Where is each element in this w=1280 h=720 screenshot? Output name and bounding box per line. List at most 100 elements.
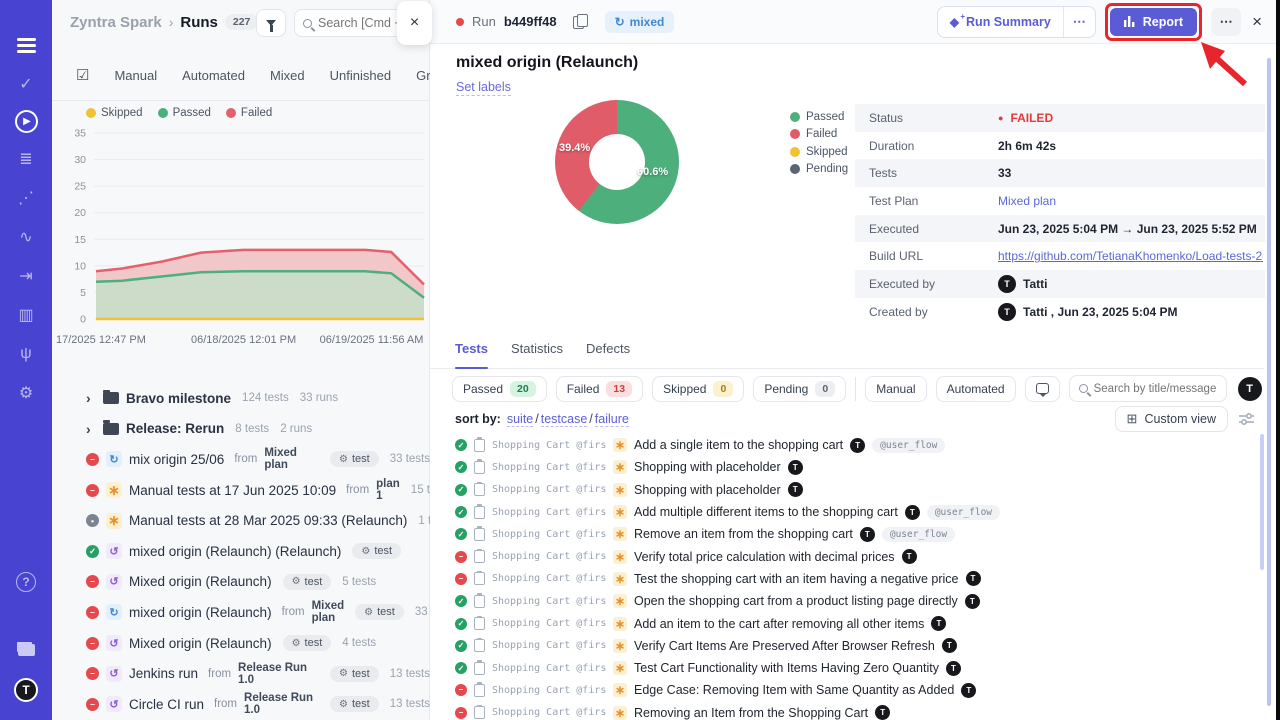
filter-chip[interactable]: Manual [865, 376, 926, 402]
run-status-icon [86, 606, 99, 619]
details-value: FAILED [998, 111, 1053, 125]
run-summary-label: Run Summary [966, 15, 1051, 29]
test-row[interactable]: Shopping Cart @firs... Remove an item fr… [430, 523, 1264, 545]
filter-chip[interactable] [1025, 376, 1060, 402]
sort-separator: / [589, 412, 592, 426]
panel-close-button[interactable]: × [397, 1, 432, 45]
chevron-right-icon[interactable] [86, 390, 96, 406]
legend-label: Failed [241, 107, 272, 119]
set-labels-link[interactable]: Set labels [456, 80, 511, 96]
test-row[interactable]: Shopping Cart @firs... Add an item to th… [430, 612, 1264, 634]
menu-icon[interactable] [13, 32, 39, 58]
run-name: Mixed origin (Relaunch) [129, 574, 272, 589]
test-suite: Shopping Cart @firs... [492, 484, 606, 495]
run-row[interactable]: Bravo milestone 124 tests 33 runs [52, 383, 430, 414]
run-plan-link[interactable]: Mixed plan [264, 447, 319, 471]
run-status-icon [86, 698, 99, 711]
user-avatar[interactable]: T [14, 678, 38, 702]
run-row[interactable]: mixed origin (Relaunch) (Relaunch) test [52, 536, 430, 567]
test-row[interactable]: Shopping Cart @firs... Add multiple diff… [430, 501, 1264, 523]
run-meta: 4 tests [342, 637, 376, 649]
filter-chip[interactable]: Skipped 0 [652, 376, 744, 402]
run-row[interactable]: Manual tests at 28 Mar 2025 09:33 (Relau… [52, 505, 430, 536]
close-run-button[interactable]: × [1252, 12, 1262, 32]
sliders-icon[interactable] [1239, 412, 1254, 425]
test-cases-icon[interactable]: ✓ [13, 71, 39, 97]
run-summary-more-button[interactable]: ⋯ [1063, 7, 1095, 37]
test-row[interactable]: Shopping Cart @firs... Shopping with pla… [430, 479, 1264, 501]
runs-tab[interactable]: Manual [114, 68, 157, 83]
test-row[interactable]: Shopping Cart @firs... Add a single item… [430, 434, 1264, 456]
filter-chip[interactable]: Passed 20 [452, 376, 547, 402]
test-row[interactable]: Shopping Cart @firs... Open the shopping… [430, 590, 1264, 612]
detail-tab[interactable]: Tests [455, 341, 488, 368]
filter-chip[interactable]: Automated [936, 376, 1016, 402]
milestones-icon[interactable]: ⋰ [13, 185, 39, 211]
tests-scrollbar[interactable] [1260, 434, 1264, 570]
run-row[interactable]: Jenkins run from Release Run 1.0 test 13… [52, 658, 430, 689]
sort-link[interactable]: suite [507, 412, 533, 427]
report-button[interactable]: Report [1110, 8, 1197, 36]
sort-link[interactable]: testcase [541, 412, 588, 427]
test-row[interactable]: Shopping Cart @firs... Verify total pric… [430, 545, 1264, 567]
run-row[interactable]: Mixed origin (Relaunch) test 4 tests [52, 628, 430, 659]
legend-item: Passed [158, 107, 211, 119]
runs-icon[interactable]: ▶ [15, 110, 38, 133]
integrations-icon[interactable]: ψ [13, 341, 39, 367]
filter-chip[interactable] [855, 377, 856, 401]
run-type-icon [103, 423, 119, 435]
custom-view-button[interactable]: ⊞ Custom view [1115, 406, 1228, 432]
test-row[interactable]: Shopping Cart @firs... Shopping with pla… [430, 456, 1264, 478]
run-row[interactable]: mixed origin (Relaunch) from Mixed plan … [52, 597, 430, 628]
tests-search-input[interactable] [1094, 383, 1217, 395]
panel-scrollbar[interactable] [1267, 58, 1271, 706]
test-tag: @user_flow [872, 438, 945, 453]
from-label: from [282, 606, 305, 618]
test-row[interactable]: Shopping Cart @firs... Edge Case: Removi… [430, 679, 1264, 701]
svg-text:06/19/2025 11:56 AM: 06/19/2025 11:56 AM [320, 334, 424, 346]
projects-icon[interactable] [13, 637, 39, 663]
settings-icon[interactable]: ⚙ [13, 380, 39, 406]
run-row[interactable]: mix origin 25/06 from Mixed plan test 33… [52, 444, 430, 475]
run-row[interactable]: Manual tests at 17 Jun 2025 10:09 from p… [52, 475, 430, 506]
test-results-icon[interactable]: ≣ [13, 146, 39, 172]
more-options-button[interactable]: ⋯ [1211, 8, 1241, 36]
detail-tab[interactable]: Defects [586, 341, 630, 368]
test-row[interactable]: Shopping Cart @firs... Test Cart Functio… [430, 657, 1264, 679]
run-row[interactable]: Mixed origin (Relaunch) test 5 tests [52, 567, 430, 598]
runs-tab[interactable]: Unfinished [330, 68, 391, 83]
clipboard-icon [474, 461, 485, 474]
run-row[interactable]: Circle CI run from Release Run 1.0 test … [52, 689, 430, 720]
insights-icon[interactable]: ∿ [13, 224, 39, 250]
run-plan-link[interactable]: Mixed plan [312, 600, 345, 624]
reports-icon[interactable]: ▥ [13, 302, 39, 328]
imports-icon[interactable]: ⇥ [13, 263, 39, 289]
test-title: Remove an item from the shopping cart [634, 527, 853, 541]
from-label: from [234, 453, 257, 465]
runs-tab[interactable]: Mixed [270, 68, 305, 83]
test-row[interactable]: Shopping Cart @firs... Removing an Item … [430, 702, 1264, 720]
breadcrumb-project[interactable]: Zyntra Spark [70, 14, 162, 31]
help-icon[interactable]: ? [16, 572, 36, 592]
run-summary-button[interactable]: ◆+Run Summary ⋯ [937, 6, 1096, 38]
detail-tab[interactable]: Statistics [511, 341, 563, 368]
runs-tab[interactable]: Automated [182, 68, 245, 83]
clipboard-icon [474, 528, 485, 541]
copy-icon[interactable] [573, 14, 587, 29]
chevron-right-icon[interactable] [86, 421, 96, 437]
run-plan-link[interactable]: plan 1 [376, 478, 400, 502]
run-plan-link[interactable]: Release Run 1.0 [238, 662, 319, 686]
filter-button[interactable] [256, 9, 286, 37]
sort-link[interactable]: failure [595, 412, 629, 427]
test-chip: test [283, 574, 332, 590]
assignee-filter-avatar[interactable]: T [1238, 377, 1262, 401]
run-row[interactable]: Release: Rerun 8 tests 2 runs [52, 414, 430, 445]
filter-chip[interactable]: Pending 0 [753, 376, 846, 402]
test-row[interactable]: Shopping Cart @firs... Verify Cart Items… [430, 635, 1264, 657]
test-row[interactable]: Shopping Cart @firs... Test the shopping… [430, 568, 1264, 590]
test-chip-label: test [374, 545, 392, 557]
run-plan-link[interactable]: Release Run 1.0 [244, 692, 319, 716]
select-all-icon[interactable]: ☑ [76, 66, 89, 84]
run-details-table: Status FAILED Duration 2h 6m 42s Tests [855, 104, 1265, 326]
filter-chip[interactable]: Failed 13 [556, 376, 643, 402]
